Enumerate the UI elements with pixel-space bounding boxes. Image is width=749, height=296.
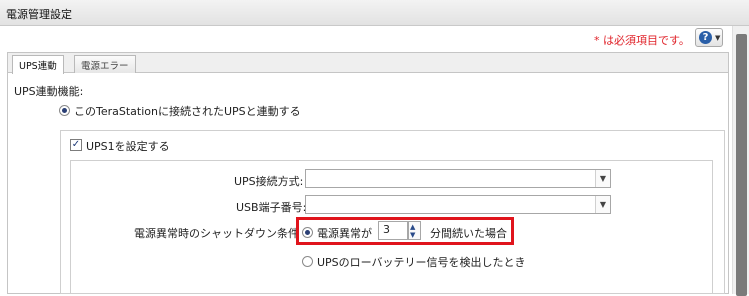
- usb-port-label: USB端子番号:: [236, 201, 307, 214]
- chevron-down-icon: ▼: [715, 34, 721, 42]
- scrollbar-thumb[interactable]: [736, 34, 747, 296]
- chevron-down-icon: ▼: [595, 196, 610, 213]
- low-battery-option-label: UPSのローバッテリー信号を検出したとき: [317, 256, 526, 269]
- ups-link-radio[interactable]: [59, 105, 70, 116]
- ups1-checkbox-label: UPS1を設定する: [86, 140, 170, 153]
- minutes-suffix-label: 分間続いた場合: [430, 227, 507, 240]
- minutes-input[interactable]: 3: [378, 221, 408, 240]
- power-fail-radio[interactable]: [302, 227, 313, 238]
- tab-ups-link[interactable]: UPS連動: [12, 55, 64, 74]
- question-circle-icon: ?: [699, 31, 712, 44]
- power-fail-option-label: 電源異常が: [317, 227, 372, 240]
- stepper-up-icon[interactable]: ▲: [410, 223, 415, 231]
- ups-link-option-label: このTeraStationに接続されたUPSと連動する: [74, 105, 301, 118]
- window-titlebar: 電源管理設定: [0, 0, 749, 26]
- usb-port-select[interactable]: ▼: [305, 195, 611, 214]
- low-battery-radio[interactable]: [302, 256, 313, 267]
- help-button[interactable]: ? ▼: [695, 28, 723, 47]
- minutes-value: 3: [383, 223, 390, 236]
- tab-power-error[interactable]: 電源エラー: [74, 55, 136, 73]
- connection-method-label: UPS接続方式:: [234, 175, 304, 188]
- ups-link-label: UPS連動機能:: [14, 85, 84, 98]
- stepper-down-icon[interactable]: ▼: [410, 231, 415, 239]
- shutdown-condition-label: 電源異常時のシャットダウン条件: [134, 227, 299, 240]
- required-note: * は必須項目です。: [594, 34, 690, 47]
- ups1-checkbox[interactable]: ✓: [70, 139, 82, 151]
- connection-method-select[interactable]: ▼: [305, 169, 611, 188]
- window-title: 電源管理設定: [6, 8, 72, 21]
- chevron-down-icon: ▼: [595, 170, 610, 187]
- vertical-scrollbar[interactable]: [732, 26, 749, 296]
- minutes-stepper[interactable]: ▲ ▼: [408, 221, 421, 240]
